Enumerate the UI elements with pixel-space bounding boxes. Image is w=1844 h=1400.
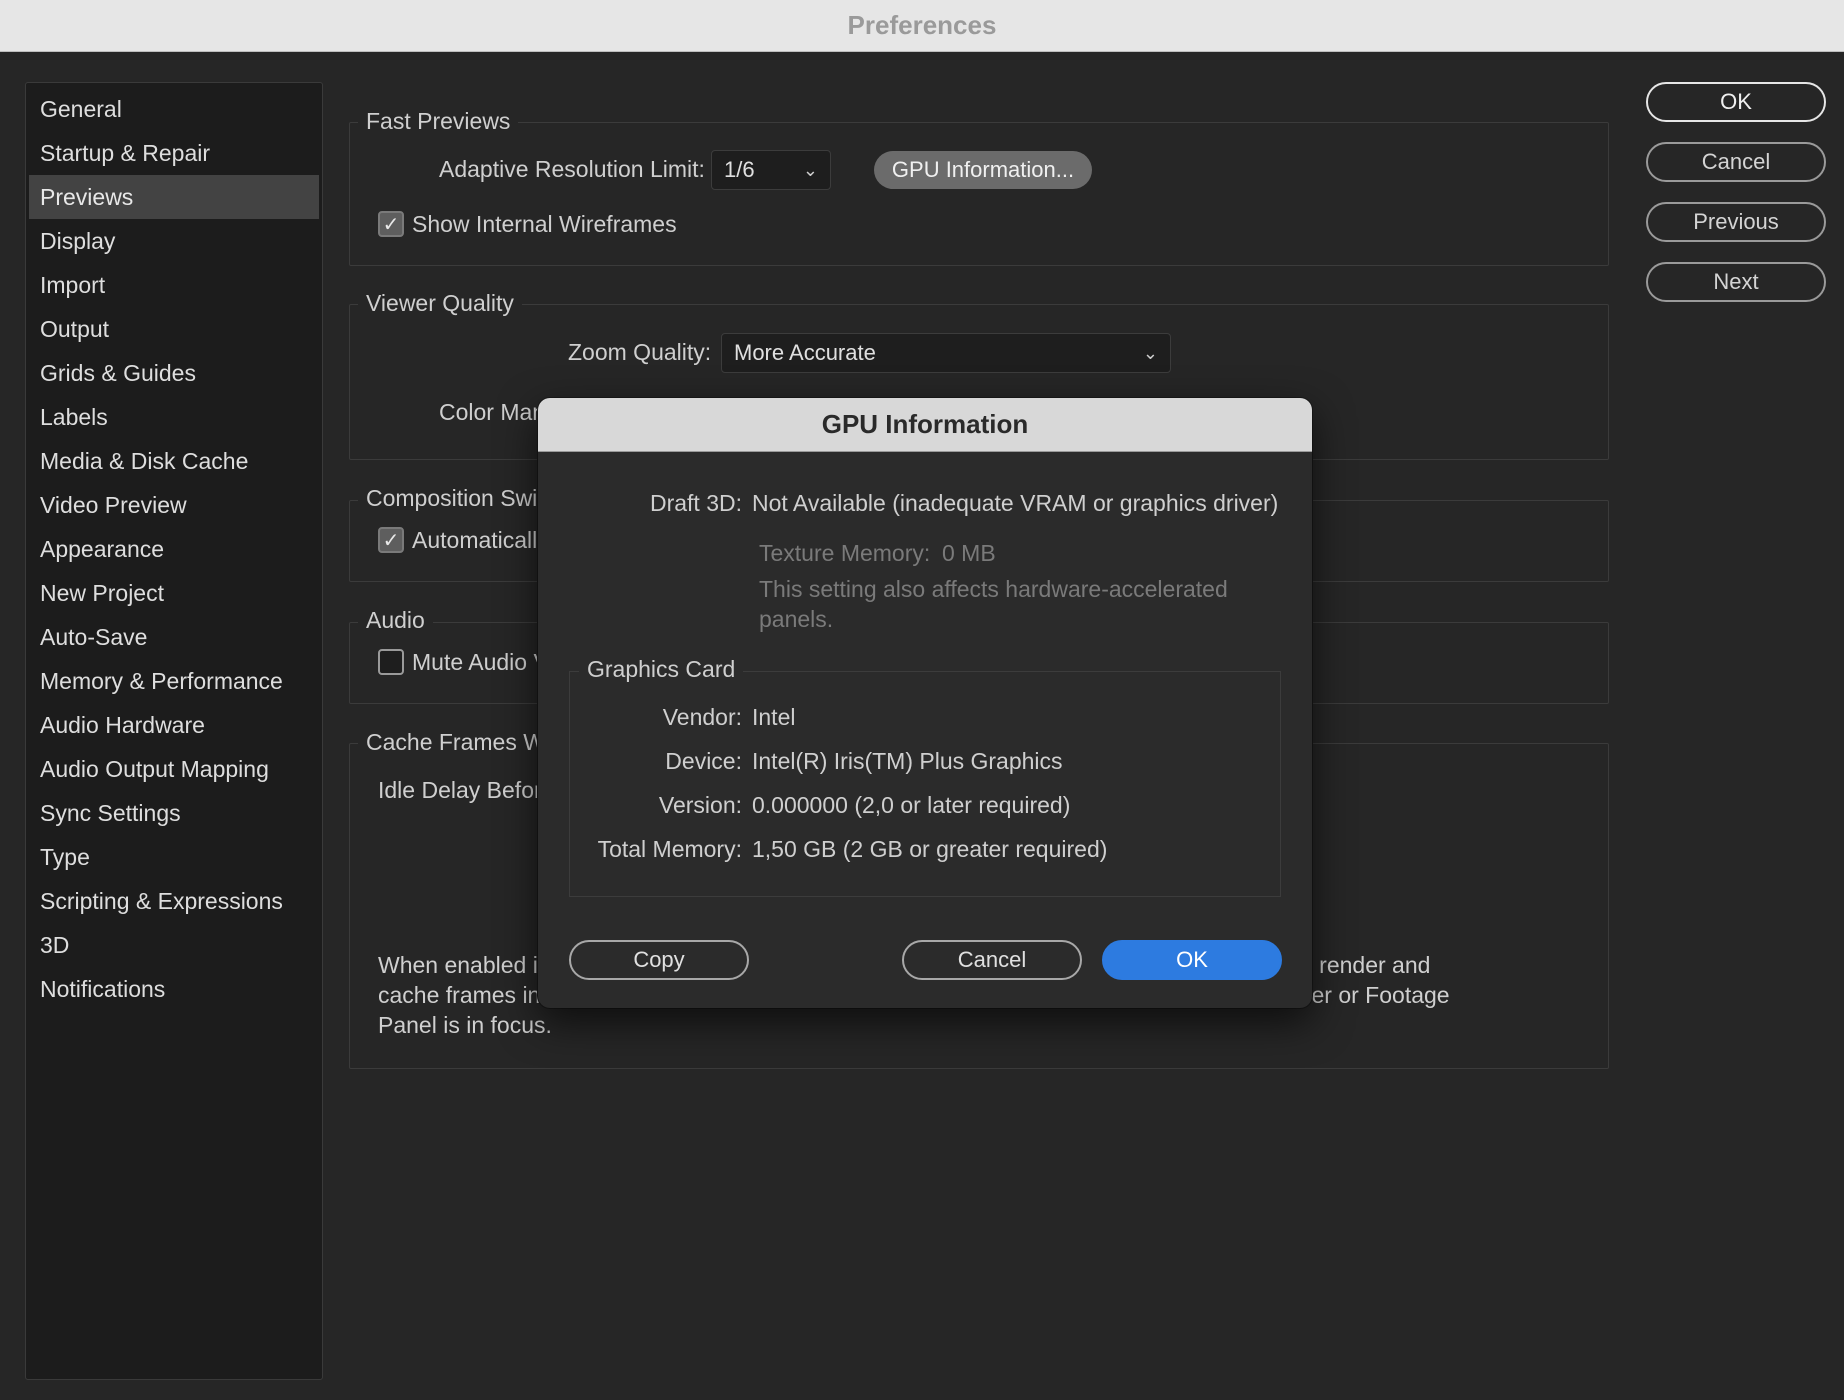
sidebar-item-media-and-disk-cache[interactable]: Media & Disk Cache xyxy=(29,439,319,483)
sidebar-item-audio-output-mapping[interactable]: Audio Output Mapping xyxy=(29,747,319,791)
texture-memory-value: 0 MB xyxy=(942,540,996,566)
draft3d-value: Not Available (inadequate VRAM or graphi… xyxy=(752,490,1279,516)
viewer-quality-title: Viewer Quality xyxy=(358,290,522,317)
gpu-information-dialog: GPU Information Draft 3D: Not Available … xyxy=(538,398,1312,1008)
sidebar-item-appearance[interactable]: Appearance xyxy=(29,527,319,571)
composition-switching-title: Composition Swit xyxy=(358,485,552,512)
sidebar-item-output[interactable]: Output xyxy=(29,307,319,351)
sidebar-item-new-project[interactable]: New Project xyxy=(29,571,319,615)
checkmark-icon: ✓ xyxy=(382,213,400,236)
adaptive-resolution-value: 1/6 xyxy=(724,157,755,182)
auto-checkbox[interactable]: ✓ xyxy=(378,527,404,553)
audio-title: Audio xyxy=(358,607,433,634)
sidebar-item-auto-save[interactable]: Auto-Save xyxy=(29,615,319,659)
sidebar-item-previews[interactable]: Previews xyxy=(29,175,319,219)
sidebar-item-display[interactable]: Display xyxy=(29,219,319,263)
show-wireframes-checkbox[interactable]: ✓ xyxy=(378,211,404,237)
version-label: Version: xyxy=(658,792,742,818)
adaptive-resolution-label: Adaptive Resolution Limit: xyxy=(439,156,705,182)
gpu-dialog-title: GPU Information xyxy=(538,398,1312,452)
draft3d-label: Draft 3D: xyxy=(649,490,742,516)
texture-note-line1: This setting also affects hardware-accel… xyxy=(759,576,1228,602)
cache-desc-line2: cache frames in xyxy=(378,982,541,1008)
ok-button[interactable]: OK xyxy=(1646,82,1826,122)
sidebar-item-video-preview[interactable]: Video Preview xyxy=(29,483,319,527)
texture-memory-label: Texture Memory: xyxy=(759,540,931,566)
cache-desc-line1: When enabled in xyxy=(378,952,551,978)
cache-frames-title: Cache Frames Wh xyxy=(358,729,566,756)
mute-audio-label: Mute Audio V xyxy=(412,649,549,675)
vendor-label: Vendor: xyxy=(662,704,742,730)
fast-previews-group xyxy=(349,122,1609,266)
device-label: Device: xyxy=(665,748,742,774)
preferences-sidebar: General Startup & Repair Previews Display Im… xyxy=(25,82,323,1380)
sidebar-item-notifications[interactable]: Notifications xyxy=(29,967,319,1011)
total-memory-value: 1,50 GB (2 GB or greater required) xyxy=(752,836,1108,862)
sidebar-item-type[interactable]: Type xyxy=(29,835,319,879)
sidebar-item-3d[interactable]: 3D xyxy=(29,923,319,967)
cancel-button[interactable]: Cancel xyxy=(1646,142,1826,182)
sidebar-item-general[interactable]: General xyxy=(29,87,319,131)
copy-button[interactable]: Copy xyxy=(569,940,749,980)
cache-desc-right1: o render and xyxy=(1300,952,1431,978)
cache-desc-right2: yer or Footage xyxy=(1300,982,1450,1008)
dialog-ok-button[interactable]: OK xyxy=(1102,940,1282,980)
mute-audio-checkbox[interactable] xyxy=(378,649,404,675)
sidebar-item-memory-and-performance[interactable]: Memory & Performance xyxy=(29,659,319,703)
sidebar-item-startup-and-repair[interactable]: Startup & Repair xyxy=(29,131,319,175)
sidebar-item-scripting-and-expressions[interactable]: Scripting & Expressions xyxy=(29,879,319,923)
cache-desc-line3: Panel is in focus. xyxy=(378,1012,552,1038)
chevron-down-icon: ⌄ xyxy=(802,160,818,180)
sidebar-item-import[interactable]: Import xyxy=(29,263,319,307)
adaptive-resolution-select[interactable]: 1/6 ⌄ xyxy=(711,150,831,190)
graphics-card-title: Graphics Card xyxy=(579,656,744,683)
sidebar-item-audio-hardware[interactable]: Audio Hardware xyxy=(29,703,319,747)
checkmark-icon: ✓ xyxy=(382,529,400,552)
gpu-information-button[interactable]: GPU Information... xyxy=(874,151,1092,189)
idle-delay-label: Idle Delay Befor xyxy=(378,777,542,803)
device-value: Intel(R) Iris(TM) Plus Graphics xyxy=(752,748,1063,774)
sidebar-item-labels[interactable]: Labels xyxy=(29,395,319,439)
texture-note-line2: panels. xyxy=(759,606,834,632)
zoom-quality-select[interactable]: More Accurate ⌄ xyxy=(721,333,1171,373)
zoom-quality-label: Zoom Quality: xyxy=(568,339,712,365)
zoom-quality-value: More Accurate xyxy=(734,340,876,365)
sidebar-item-grids-and-guides[interactable]: Grids & Guides xyxy=(29,351,319,395)
chevron-down-icon: ⌄ xyxy=(1142,343,1158,363)
sidebar-item-sync-settings[interactable]: Sync Settings xyxy=(29,791,319,835)
auto-label: Automaticall xyxy=(412,527,538,553)
version-value: 0.000000 (2,0 or later required) xyxy=(752,792,1071,818)
show-wireframes-label: Show Internal Wireframes xyxy=(412,211,677,237)
fast-previews-title: Fast Previews xyxy=(358,108,519,135)
window-title: Preferences xyxy=(0,0,1844,52)
dialog-cancel-button[interactable]: Cancel xyxy=(902,940,1082,980)
next-button[interactable]: Next xyxy=(1646,262,1826,302)
previous-button[interactable]: Previous xyxy=(1646,202,1826,242)
vendor-value: Intel xyxy=(752,704,796,730)
color-management-label: Color Man xyxy=(439,399,546,425)
total-memory-label: Total Memory: xyxy=(597,836,742,862)
